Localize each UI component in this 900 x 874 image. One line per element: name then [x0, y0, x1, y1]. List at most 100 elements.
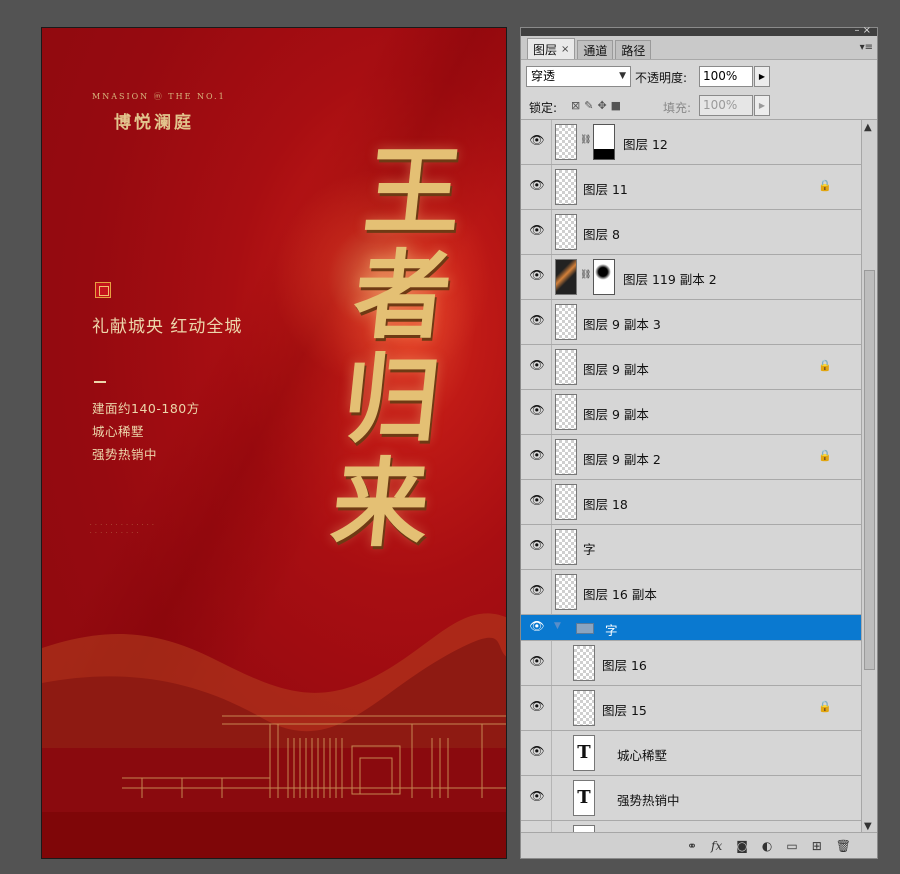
chevron-down-icon: ▼ — [619, 71, 626, 81]
text-layer-icon: T — [573, 780, 595, 816]
lock-icon: 🔒 — [818, 700, 832, 713]
eye-icon[interactable]: 👁 — [526, 789, 548, 807]
adjustment-icon[interactable]: ◐ — [762, 839, 772, 853]
info-line: 强势热销中 — [92, 447, 158, 462]
layer-name: 图层 9 副本 — [583, 362, 649, 377]
eye-icon[interactable]: 👁 — [526, 178, 548, 196]
layer-row[interactable]: 👁 图层 16 — [521, 641, 862, 686]
layer-row[interactable]: 👁 T 强势热销中 — [521, 776, 862, 821]
opacity-slider-arrow-icon[interactable]: ▶ — [754, 66, 770, 87]
minimize-icon[interactable]: – × — [854, 25, 871, 36]
divider — [551, 210, 552, 254]
new-layer-icon[interactable]: ⊞ — [812, 839, 822, 853]
layer-name: 图层 16 副本 — [583, 587, 657, 602]
poster-canvas[interactable]: MNASION ⓜ THE NO.1 博悦澜庭 礼献城央 红动全城 建面约140… — [41, 27, 507, 859]
layer-thumbnail — [555, 484, 577, 520]
layers-list: 👁 ⛓ 图层 12 👁 图层 11 🔒 👁 图层 8 👁 ⛓ 图层 119 副本… — [521, 120, 862, 834]
layer-thumbnail — [573, 645, 595, 681]
divider — [551, 525, 552, 569]
lock-transparent-icon[interactable]: ⊠ — [571, 99, 580, 112]
eye-icon[interactable]: 👁 — [526, 448, 548, 466]
tab-layers[interactable]: 图层 × — [527, 38, 576, 59]
tab-channels[interactable]: 通道 — [577, 40, 614, 59]
fill-label: 填充: — [663, 101, 692, 115]
mask-thumbnail[interactable] — [593, 259, 615, 295]
panel-menu-icon[interactable]: ▾≡ — [860, 42, 873, 53]
layer-row[interactable]: 👁 图层 15 🔒 — [521, 686, 862, 731]
info-line: 城心稀墅 — [92, 424, 145, 439]
lock-icon: 🔒 — [818, 449, 832, 462]
mask-thumbnail[interactable] — [593, 124, 615, 160]
divider — [551, 480, 552, 524]
eye-icon[interactable]: 👁 — [526, 493, 548, 511]
layer-row[interactable]: 👁 图层 9 副本 🔒 — [521, 345, 862, 390]
tab-label: 通道 — [583, 43, 608, 58]
lock-icon: 🔒 — [818, 179, 832, 192]
eye-icon[interactable]: 👁 — [526, 654, 548, 672]
layer-row[interactable]: 👁 图层 9 副本 2 🔒 — [521, 435, 862, 480]
eye-icon[interactable]: 👁 — [526, 313, 548, 331]
fx-icon[interactable]: fx — [711, 839, 722, 853]
layer-row[interactable]: 👁 图层 8 — [521, 210, 862, 255]
layer-name: 字 — [605, 623, 618, 638]
lock-position-icon[interactable]: ✥ — [597, 99, 606, 112]
link-icon[interactable]: ⚭ — [687, 839, 697, 853]
layer-row[interactable]: 👁 图层 16 副本 — [521, 570, 862, 615]
blend-opacity-row: 穿透 ▼ 不透明度: 100% ▶ — [521, 60, 877, 92]
tab-label: 图层 — [533, 42, 558, 57]
scroll-thumb[interactable] — [864, 270, 875, 670]
layer-row[interactable]: 👁 字 — [521, 525, 862, 570]
layer-row[interactable]: 👁 图层 9 副本 3 — [521, 300, 862, 345]
eye-icon[interactable]: 👁 — [526, 619, 548, 637]
eye-icon[interactable]: 👁 — [526, 538, 548, 556]
eye-icon[interactable]: 👁 — [526, 133, 548, 151]
layer-row[interactable]: 👁 图层 18 — [521, 480, 862, 525]
eye-icon[interactable]: 👁 — [526, 358, 548, 376]
layer-thumbnail — [555, 574, 577, 610]
layer-name: 图层 12 — [623, 137, 668, 152]
lock-paint-icon[interactable]: ✎ — [584, 99, 593, 112]
eye-icon[interactable]: 👁 — [526, 744, 548, 762]
layer-thumbnail — [555, 169, 577, 205]
eye-icon[interactable]: 👁 — [526, 583, 548, 601]
tab-paths[interactable]: 路径 — [615, 40, 652, 59]
fill-slider-arrow-icon[interactable]: ▶ — [754, 95, 770, 116]
expand-triangle-icon[interactable]: ▼ — [554, 621, 561, 631]
scroll-down-icon[interactable]: ▼ — [864, 821, 872, 832]
blend-mode-select[interactable]: 穿透 ▼ — [526, 66, 631, 87]
lock-all-icon[interactable]: ■ — [611, 99, 621, 112]
layer-name: 图层 9 副本 — [583, 407, 649, 422]
divider — [551, 165, 552, 209]
link-icon[interactable]: ⛓ — [580, 270, 591, 280]
eye-icon[interactable]: 👁 — [526, 403, 548, 421]
panel-footer: ⚭ fx ◙ ◐ ▭ ⊞ 🗑 — [521, 832, 877, 858]
fill-input[interactable]: 100% — [699, 95, 753, 116]
layer-row[interactable]: 👁 图层 11 🔒 — [521, 165, 862, 210]
link-icon[interactable]: ⛓ — [580, 135, 591, 145]
layer-row[interactable]: 👁 图层 9 副本 — [521, 390, 862, 435]
eye-icon[interactable]: 👁 — [526, 699, 548, 717]
close-icon[interactable]: × — [561, 44, 569, 55]
layer-row[interactable]: 👁 T 城心稀墅 — [521, 731, 862, 776]
layer-row[interactable]: 👁 ⛓ 图层 119 副本 2 — [521, 255, 862, 300]
layer-row[interactable]: 👁 ⛓ 图层 12 — [521, 120, 862, 165]
layer-name: 图层 9 副本 3 — [583, 317, 661, 332]
scroll-up-icon[interactable]: ▲ — [864, 122, 872, 133]
layers-scrollbar[interactable]: ▲ ▼ — [861, 120, 877, 834]
opacity-input[interactable]: 100% — [699, 66, 753, 87]
slogan-text: 礼献城央 红动全城 — [92, 317, 243, 337]
poster-base-band — [42, 812, 506, 858]
text-layer-icon: T — [573, 735, 595, 771]
new-group-icon[interactable]: ▭ — [786, 839, 797, 853]
layer-name: 图层 16 — [602, 658, 647, 673]
eye-icon[interactable]: 👁 — [526, 268, 548, 286]
layer-name: 城心稀墅 — [617, 748, 668, 763]
panel-title-bar: – × — [521, 25, 877, 36]
divider — [551, 120, 552, 164]
mask-icon[interactable]: ◙ — [736, 839, 748, 853]
trash-icon[interactable]: 🗑 — [836, 839, 851, 853]
layer-group-row[interactable]: 👁 ▼ 字 — [521, 615, 862, 641]
eye-icon[interactable]: 👁 — [526, 223, 548, 241]
divider — [551, 731, 552, 775]
fine-print: · · · · · · · · · · · · · — [90, 522, 155, 528]
